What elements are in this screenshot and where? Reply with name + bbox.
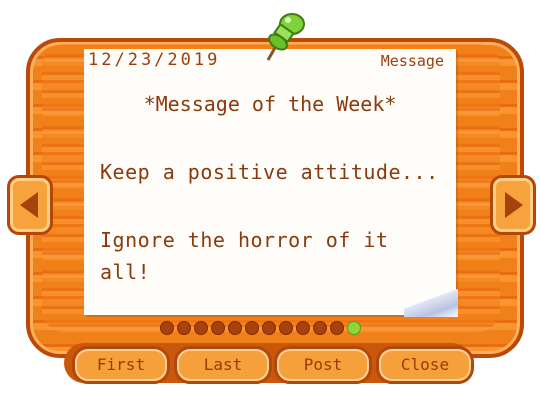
page-dot [330,321,344,335]
arrow-right-icon [505,192,523,218]
close-button[interactable]: Close [376,346,474,384]
first-button[interactable]: First [72,346,170,384]
page-dot [347,321,361,335]
page-dot [262,321,276,335]
next-page-button[interactable] [490,175,536,235]
page-dot [160,321,174,335]
message-date: 12/23/2019 [88,50,221,70]
page-dot [279,321,293,335]
page-dot [245,321,259,335]
page-dot [296,321,310,335]
message-label: Message [380,52,444,70]
paper-curl-corner [404,285,458,317]
last-button[interactable]: Last [174,346,272,384]
page-dot [194,321,208,335]
post-button[interactable]: Post [274,346,372,384]
message-line-2: Ignore the horror of it [100,228,389,252]
page-dot [177,321,191,335]
message-line-3: all! [100,260,151,284]
message-title: *Message of the Week* [143,92,397,116]
page-dot [228,321,242,335]
previous-page-button[interactable] [7,175,53,235]
message-line-1: Keep a positive attitude... [100,160,439,184]
arrow-left-icon [20,192,38,218]
pushpin-icon [264,10,310,66]
page-indicator [160,320,361,336]
page-dot [211,321,225,335]
page-dot [313,321,327,335]
